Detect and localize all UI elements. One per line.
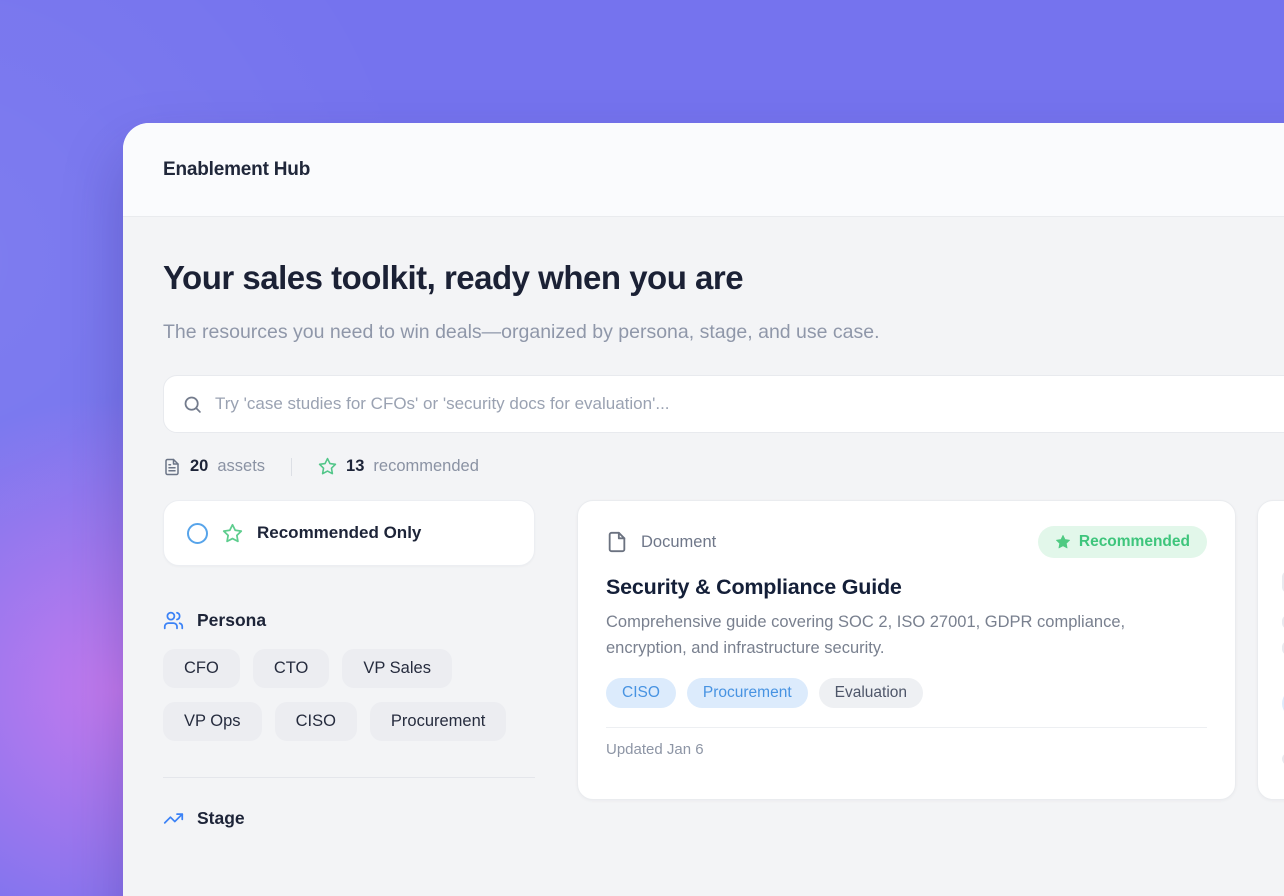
stage-section-label: Stage <box>197 808 245 829</box>
page-subtitle: The resources you need to win deals—orga… <box>163 313 903 351</box>
recommended-badge-label: Recommended <box>1079 533 1190 551</box>
assets-label: assets <box>217 457 265 476</box>
stats-divider <box>291 458 292 476</box>
filters-sidebar: Recommended Only Persona CFO CTO VP Sales V… <box>163 500 535 829</box>
desktop-background: Enablement Hub Your sales toolkit, ready… <box>0 0 1284 896</box>
users-icon <box>163 610 184 631</box>
persona-chip[interactable]: VP Ops <box>163 702 262 741</box>
asset-card-partial[interactable] <box>1257 500 1284 800</box>
persona-section-header: Persona <box>163 610 535 631</box>
persona-chip[interactable]: Procurement <box>370 702 506 741</box>
trending-up-icon <box>163 808 184 829</box>
enablement-hub-window: Enablement Hub Your sales toolkit, ready… <box>123 123 1284 896</box>
search-input[interactable] <box>215 394 1284 414</box>
persona-chip[interactable]: CTO <box>253 649 330 688</box>
stats-row: 20 assets 13 recommended <box>163 457 1284 476</box>
document-icon <box>606 531 628 553</box>
persona-chip[interactable]: CISO <box>275 702 357 741</box>
star-icon <box>1055 534 1071 550</box>
recommended-only-label: Recommended Only <box>257 523 421 543</box>
asset-updated: Updated Jan 6 <box>606 741 1207 758</box>
content-row: Recommended Only Persona CFO CTO VP Sales V… <box>163 500 1284 829</box>
app-body: Your sales toolkit, ready when you are T… <box>123 217 1284 829</box>
asset-tag: Evaluation <box>819 678 923 708</box>
search-bar[interactable] <box>163 375 1284 433</box>
persona-chip[interactable]: CFO <box>163 649 240 688</box>
star-icon <box>222 523 243 544</box>
persona-chip[interactable]: VP Sales <box>342 649 452 688</box>
star-icon <box>318 457 337 476</box>
recommended-label: recommended <box>373 457 478 476</box>
asset-description: Comprehensive guide covering SOC 2, ISO … <box>606 610 1186 661</box>
recommended-stat: 13 recommended <box>318 457 479 476</box>
persona-chips: CFO CTO VP Sales VP Ops CISO Procurement <box>163 649 535 741</box>
recommended-badge: Recommended <box>1038 526 1207 558</box>
asset-tags: CISO Procurement Evaluation <box>606 678 1207 708</box>
asset-type: Document <box>606 531 716 553</box>
asset-tag: Procurement <box>687 678 808 708</box>
search-icon <box>182 394 203 415</box>
assets-stat: 20 assets <box>163 457 265 476</box>
asset-type-label: Document <box>641 533 716 552</box>
asset-card-divider <box>606 727 1207 728</box>
asset-card-top-row: Document Recommended <box>606 526 1207 558</box>
assets-count: 20 <box>190 457 208 476</box>
file-text-icon <box>163 458 181 476</box>
sidebar-divider <box>163 777 535 778</box>
persona-section-label: Persona <box>197 610 266 631</box>
stage-section-header: Stage <box>163 808 535 829</box>
toggle-circle-icon <box>187 523 208 544</box>
app-title: Enablement Hub <box>163 159 310 181</box>
recommended-count: 13 <box>346 457 364 476</box>
asset-card-security-compliance[interactable]: Document Recommended Security & Complian… <box>577 500 1236 800</box>
page-title: Your sales toolkit, ready when you are <box>163 259 1284 297</box>
asset-title: Security & Compliance Guide <box>606 575 1207 600</box>
app-header: Enablement Hub <box>123 123 1284 217</box>
recommended-only-toggle[interactable]: Recommended Only <box>163 500 535 566</box>
asset-tag: CISO <box>606 678 676 708</box>
